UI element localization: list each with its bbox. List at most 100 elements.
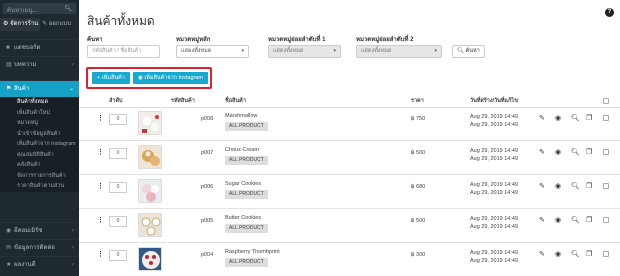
product-name: Marshmallow — [225, 113, 258, 119]
category-label: หมวดหมู่หลัก — [176, 37, 211, 43]
subcategory2-label: หมวดหมู่ย่อยลำดับที่ 2 — [356, 37, 414, 43]
edit-icon[interactable]: ✎ — [539, 182, 545, 190]
order-input[interactable]: 0 — [109, 182, 127, 193]
edit-icon[interactable]: ✎ — [539, 114, 545, 122]
submenu-all-products[interactable]: สินค้าทั้งหมด — [0, 97, 79, 108]
copy-icon[interactable]: ❐ — [586, 182, 592, 190]
product-code: p007 — [201, 150, 214, 156]
search-icon[interactable]: 🔍︎ — [571, 216, 580, 224]
drag-handle-icon[interactable]: ⋮ — [97, 148, 104, 156]
view-icon[interactable]: ◉ — [555, 148, 561, 156]
created-date: Aug 29, 2019 14:49 — [470, 114, 519, 120]
product-name: Choux Cream — [225, 147, 259, 153]
sidebar-item-label: บทความ — [14, 62, 37, 68]
category-select[interactable]: แสดงทั้งหมด ▾ — [176, 45, 249, 58]
order-input[interactable]: 0 — [109, 216, 127, 227]
tab-manage-store-label: จัดการร้าน — [10, 21, 39, 27]
row-checkbox[interactable] — [603, 217, 609, 223]
updated-date: Aug 29, 2019 14:49 — [470, 258, 519, 264]
row-checkbox[interactable] — [603, 149, 609, 155]
edit-icon[interactable]: ✎ — [539, 216, 545, 224]
tag-icon: ⚑ — [6, 86, 12, 92]
submenu-attributes[interactable]: คุณสมบัติสินค้า — [0, 150, 79, 161]
select-all-checkbox[interactable] — [603, 98, 609, 104]
submenu-manage-list[interactable]: จัดการรายการสินค้า — [0, 171, 79, 182]
row-checkbox[interactable] — [603, 251, 609, 257]
edit-icon[interactable]: ✎ — [539, 250, 545, 258]
brush-icon: ✎ — [42, 21, 48, 27]
search-icon[interactable]: 🔍︎ — [571, 114, 580, 122]
sidebar-item-ecommerce[interactable]: ◉ อีคอมเมิร์ซ ‹ — [0, 222, 79, 239]
search-icon[interactable]: 🔍︎ — [571, 182, 580, 190]
search-button[interactable]: 🔍︎ ค้นหา — [452, 45, 485, 58]
chevron-left-icon: ‹ — [72, 62, 74, 68]
sidebar-item-works[interactable]: ★ ผลงานตี ‹ — [0, 256, 79, 273]
drag-handle-icon[interactable]: ⋮ — [97, 216, 104, 224]
store-icon: ⚙ — [3, 21, 9, 27]
product-thumbnail — [138, 179, 162, 203]
order-input[interactable]: 0 — [109, 148, 127, 159]
copy-icon[interactable]: ❐ — [586, 216, 592, 224]
chevron-left-icon: ‹ — [72, 262, 74, 268]
category-select-value: แสดงทั้งหมด — [181, 48, 212, 54]
sidebar-item-contact[interactable]: ✉ ข้อมูลการติดต่อ ‹ — [0, 239, 79, 256]
main-content: สินค้าทั้งหมด ? ค้นหา รหัสสินค้า / ชื่อส… — [79, 0, 620, 276]
sidebar-item-label: ข้อมูลการติดต่อ — [14, 245, 55, 251]
row-checkbox[interactable] — [603, 115, 609, 121]
table-row: ⋮ 0 p007 Choux Cream ALL PRODUCT ฿ 500 A… — [79, 142, 620, 175]
drag-handle-icon[interactable]: ⋮ — [97, 114, 104, 122]
search-label: ค้นหา — [87, 37, 103, 43]
drag-handle-icon[interactable]: ⋮ — [97, 250, 104, 258]
order-input[interactable]: 0 — [109, 114, 127, 125]
submenu-import[interactable]: นำเข้าข้อมูลสินค้า — [0, 129, 79, 140]
help-icon[interactable]: ? — [605, 8, 614, 17]
sidebar-item-articles[interactable]: ▤ บทความ ‹ — [0, 56, 79, 73]
product-price: ฿ 300 — [411, 252, 426, 258]
submenu-categories[interactable]: หมวดหมู่ — [0, 118, 79, 129]
copy-icon[interactable]: ❐ — [586, 114, 592, 122]
copy-icon[interactable]: ❐ — [586, 148, 592, 156]
order-input[interactable]: 0 — [109, 250, 127, 261]
search-icon[interactable]: 🔍︎ — [571, 250, 580, 258]
product-name: Raspberry Thumbprint — [225, 249, 280, 255]
subcategory1-select[interactable]: แสดงทั้งหมด ▾ — [268, 45, 341, 58]
submenu-tier-pricing[interactable]: ราคาสินค้าตามส่วน — [0, 181, 79, 192]
search-icon: 🔍︎ — [457, 48, 464, 54]
drag-handle-icon[interactable]: ⋮ — [97, 182, 104, 190]
category-badge: ALL PRODUCT — [225, 122, 268, 131]
chevron-down-icon: ⌄ — [68, 86, 74, 92]
created-date: Aug 29, 2019 14:49 — [470, 216, 519, 222]
tab-manage-store[interactable]: ⚙ จัดการร้าน — [0, 18, 40, 31]
sidebar-item-products[interactable]: ⚑ สินค้า ⌄ — [0, 80, 79, 97]
tab-design[interactable]: ✎ ออกแบบ — [42, 18, 79, 31]
submenu-inventory[interactable]: คลังสินค้า — [0, 160, 79, 171]
row-checkbox[interactable] — [603, 183, 609, 189]
view-icon[interactable]: ◉ — [555, 216, 561, 224]
article-icon: ▤ — [6, 62, 12, 68]
subcategory2-select[interactable]: แสดงทั้งหมด ▾ — [356, 45, 442, 58]
view-icon[interactable]: ◉ — [555, 114, 561, 122]
copy-icon[interactable]: ❐ — [586, 250, 592, 258]
submenu-instagram[interactable]: เพิ่มสินค้าจาก Instagram — [0, 139, 79, 150]
updated-date: Aug 29, 2019 14:49 — [470, 224, 519, 230]
chevron-left-icon: ‹ — [72, 245, 74, 251]
add-product-button[interactable]: + เพิ่มสินค้า — [92, 72, 130, 84]
search-icon[interactable]: 🔍︎ — [571, 148, 580, 156]
table-row: ⋮ 0 p008 Marshmallow ALL PRODUCT ฿ 750 A… — [79, 108, 620, 141]
caret-down-icon: ▾ — [434, 48, 437, 54]
category-badge: ALL PRODUCT — [225, 156, 268, 165]
product-code: p005 — [201, 218, 214, 224]
view-icon[interactable]: ◉ — [555, 250, 561, 258]
view-icon[interactable]: ◉ — [555, 182, 561, 190]
sidebar-submenu: สินค้าทั้งหมด เพิ่มสินค้าใหม่ หมวดหมู่ น… — [0, 97, 79, 192]
sidebar-item-label: แดชบอร์ด — [14, 45, 41, 51]
tab-design-label: ออกแบบ — [48, 21, 72, 27]
sidebar-item-dashboard[interactable]: ■ แดชบอร์ด — [0, 39, 79, 56]
submenu-add-product[interactable]: เพิ่มสินค้าใหม่ — [0, 108, 79, 119]
sidebar-search[interactable]: ค้นหาเมนู... 🔍︎ — [3, 3, 76, 14]
table-row: ⋮ 0 p006 Sugar Cookies ALL PRODUCT ฿ 680… — [79, 176, 620, 209]
subcategory1-label: หมวดหมู่ย่อยลำดับที่ 1 — [268, 37, 326, 43]
search-input[interactable]: รหัสสินค้า / ชื่อสินค้า — [87, 45, 160, 58]
edit-icon[interactable]: ✎ — [539, 148, 545, 156]
add-from-instagram-button[interactable]: ◉ เพิ่มสินค้าจาก Instagram — [133, 72, 208, 84]
